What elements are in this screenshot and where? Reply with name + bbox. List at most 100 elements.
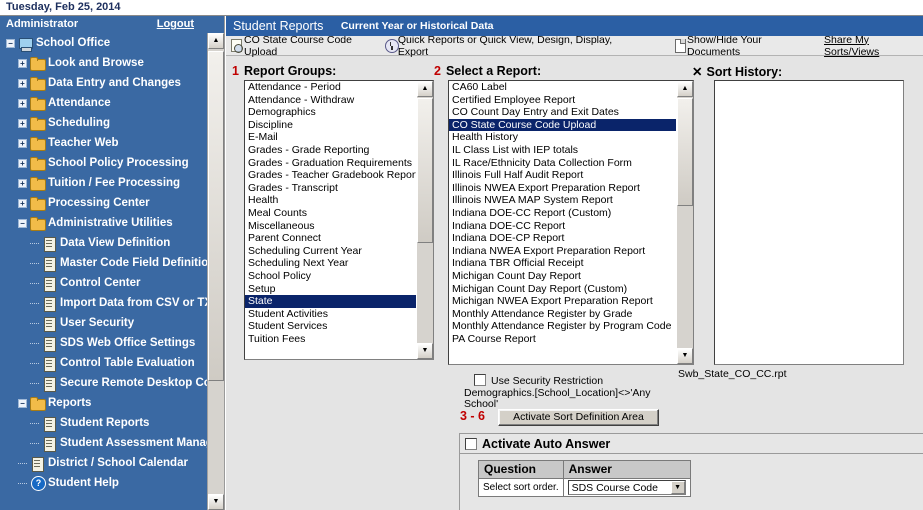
tree-connector[interactable]: [30, 422, 39, 424]
scroll-down-button[interactable]: ▼: [208, 494, 224, 510]
sidebar-item-look-and-browse[interactable]: + Look and Browse: [0, 53, 208, 73]
collapse-icon[interactable]: −: [6, 38, 15, 48]
answer-cell[interactable]: SDS Course Code ▼: [562, 478, 691, 497]
sort-order-dropdown[interactable]: SDS Course Code ▼: [567, 480, 686, 495]
list-item[interactable]: Michigan Count Day Report (Custom): [449, 283, 676, 296]
list-item[interactable]: Attendance - Withdraw: [245, 94, 416, 107]
list-item[interactable]: Illinois NWEA MAP System Report: [449, 194, 676, 207]
list-item[interactable]: Discipline: [245, 119, 416, 132]
tree-connector[interactable]: [30, 342, 39, 344]
scroll-down-button[interactable]: ▼: [677, 348, 693, 364]
sidebar-item-data-view-definition[interactable]: Data View Definition: [0, 233, 208, 253]
tree-connector[interactable]: [30, 362, 39, 364]
expand-icon[interactable]: +: [18, 78, 27, 88]
list-item[interactable]: E-Mail: [245, 131, 416, 144]
tree-connector[interactable]: [30, 262, 39, 264]
list-item[interactable]: CO State Course Code Upload: [449, 118, 676, 132]
list-item[interactable]: Miscellaneous: [245, 220, 416, 233]
list-item[interactable]: Monthly Attendance Register by Program C…: [449, 320, 676, 333]
list-item[interactable]: Indiana DOE-CC Report: [449, 220, 676, 233]
sort-history-list[interactable]: [715, 81, 903, 364]
sidebar-item-reports[interactable]: − Reports: [0, 393, 208, 413]
list-item[interactable]: Grades - Transcript: [245, 182, 416, 195]
select-report-listbox[interactable]: CA60 Label Certified Employee Report CO Co…: [448, 80, 694, 365]
select-report-list[interactable]: CA60 Label Certified Employee Report CO Co…: [449, 81, 676, 364]
report-groups-listbox[interactable]: Attendance - Period Attendance - Withdraw…: [244, 80, 434, 360]
chevron-down-icon[interactable]: ▼: [670, 481, 685, 494]
sidebar-item-administrative-utilities[interactable]: − Administrative Utilities: [0, 213, 208, 233]
list-item[interactable]: Michigan Count Day Report: [449, 270, 676, 283]
sidebar-item-secure-remote-desktop-conn[interactable]: Secure Remote Desktop Conn: [0, 373, 208, 393]
sidebar-item-processing-center[interactable]: + Processing Center: [0, 193, 208, 213]
scroll-up-button[interactable]: ▲: [417, 81, 433, 97]
scroll-up-button[interactable]: ▲: [677, 81, 693, 97]
sidebar-item-scheduling[interactable]: + Scheduling: [0, 113, 208, 133]
tree-connector[interactable]: [30, 442, 39, 444]
sidebar-scrollbar[interactable]: ▲ ▼: [207, 33, 224, 510]
use-security-restriction-checkbox[interactable]: [474, 374, 486, 386]
list-item[interactable]: Indiana DOE-CC Report (Custom): [449, 207, 676, 220]
report-groups-scrollbar[interactable]: ▲ ▼: [417, 81, 433, 359]
activate-auto-answer-checkbox[interactable]: [465, 437, 477, 450]
list-item[interactable]: Indiana NWEA Export Preparation Report: [449, 245, 676, 258]
list-item[interactable]: IL Class List with IEP totals: [449, 144, 676, 157]
scrollbar-thumb[interactable]: [417, 98, 433, 243]
scrollbar-thumb[interactable]: [208, 51, 224, 381]
list-item[interactable]: CO Count Day Entry and Exit Dates: [449, 106, 676, 119]
activate-sort-definition-area-button[interactable]: Activate Sort Definition Area: [498, 409, 659, 426]
expand-icon[interactable]: +: [18, 58, 27, 68]
list-item[interactable]: Setup: [245, 283, 416, 296]
tree-connector[interactable]: [30, 382, 39, 384]
tree-connector[interactable]: [30, 242, 39, 244]
sidebar-item-data-entry-and-changes[interactable]: + Data Entry and Changes: [0, 73, 208, 93]
expand-icon[interactable]: +: [18, 138, 27, 148]
list-item[interactable]: Indiana DOE-CP Report: [449, 232, 676, 245]
list-item[interactable]: Health History: [449, 131, 676, 144]
list-item[interactable]: IL Race/Ethnicity Data Collection Form: [449, 157, 676, 170]
use-security-restriction-row[interactable]: Use Security Restriction: [474, 374, 603, 387]
list-item[interactable]: State: [245, 295, 416, 308]
list-item[interactable]: Certified Employee Report: [449, 94, 676, 107]
list-item[interactable]: Scheduling Current Year: [245, 245, 416, 258]
scroll-up-button[interactable]: ▲: [208, 33, 224, 49]
list-item[interactable]: Demographics: [245, 106, 416, 119]
list-item[interactable]: Grades - Graduation Requirements: [245, 157, 416, 170]
tree-connector[interactable]: [30, 282, 39, 284]
activate-auto-answer-row[interactable]: Activate Auto Answer: [460, 434, 923, 454]
sidebar-item-district-school-calendar[interactable]: District / School Calendar: [0, 453, 208, 473]
quick-reports-button[interactable]: Quick Reports or Quick View, Design, Dis…: [384, 34, 635, 58]
sidebar-item-master-code-field-definition[interactable]: Master Code Field Definition: [0, 253, 208, 273]
sidebar-item-student-assessment-manag[interactable]: Student Assessment Manag: [0, 433, 208, 453]
list-item[interactable]: Grades - Teacher Gradebook Report: [245, 169, 416, 182]
sidebar-item-student-reports[interactable]: Student Reports: [0, 413, 208, 433]
tree-connector[interactable]: [18, 482, 27, 484]
logout-link[interactable]: Logout: [157, 18, 194, 30]
list-item[interactable]: Health: [245, 194, 416, 207]
show-hide-documents-button[interactable]: Show/Hide Your Documents: [673, 34, 812, 58]
sidebar-item-school-policy-processing[interactable]: + School Policy Processing: [0, 153, 208, 173]
list-item[interactable]: Student Services: [245, 320, 416, 333]
list-item[interactable]: Tuition Fees: [245, 333, 416, 346]
collapse-icon[interactable]: −: [18, 398, 27, 408]
sidebar-item-teacher-web[interactable]: + Teacher Web: [0, 133, 208, 153]
sidebar-item-import-data-from-csv-or-txt[interactable]: Import Data from CSV or TXT: [0, 293, 208, 313]
sidebar-item-tuition-fee-processing[interactable]: + Tuition / Fee Processing: [0, 173, 208, 193]
list-item[interactable]: Parent Connect: [245, 232, 416, 245]
sidebar-item-control-table-evaluation[interactable]: Control Table Evaluation: [0, 353, 208, 373]
list-item[interactable]: PA Course Report: [449, 333, 676, 346]
list-item[interactable]: Student Activities: [245, 308, 416, 321]
tree-connector[interactable]: [30, 322, 39, 324]
list-item[interactable]: Meal Counts: [245, 207, 416, 220]
co-state-course-code-upload-button[interactable]: CO State Course Code Upload: [230, 34, 382, 58]
list-item[interactable]: Scheduling Next Year: [245, 257, 416, 270]
sidebar-item-school-office[interactable]: − School Office: [0, 33, 208, 53]
sidebar-item-control-center[interactable]: Control Center: [0, 273, 208, 293]
list-item[interactable]: Michigan NWEA Export Preparation Report: [449, 295, 676, 308]
list-item[interactable]: School Policy: [245, 270, 416, 283]
collapse-icon[interactable]: −: [18, 218, 27, 228]
scrollbar-thumb[interactable]: [677, 98, 693, 206]
expand-icon[interactable]: +: [18, 98, 27, 108]
expand-icon[interactable]: +: [18, 198, 27, 208]
list-item[interactable]: CA60 Label: [449, 81, 676, 94]
sidebar-item-user-security[interactable]: User Security: [0, 313, 208, 333]
